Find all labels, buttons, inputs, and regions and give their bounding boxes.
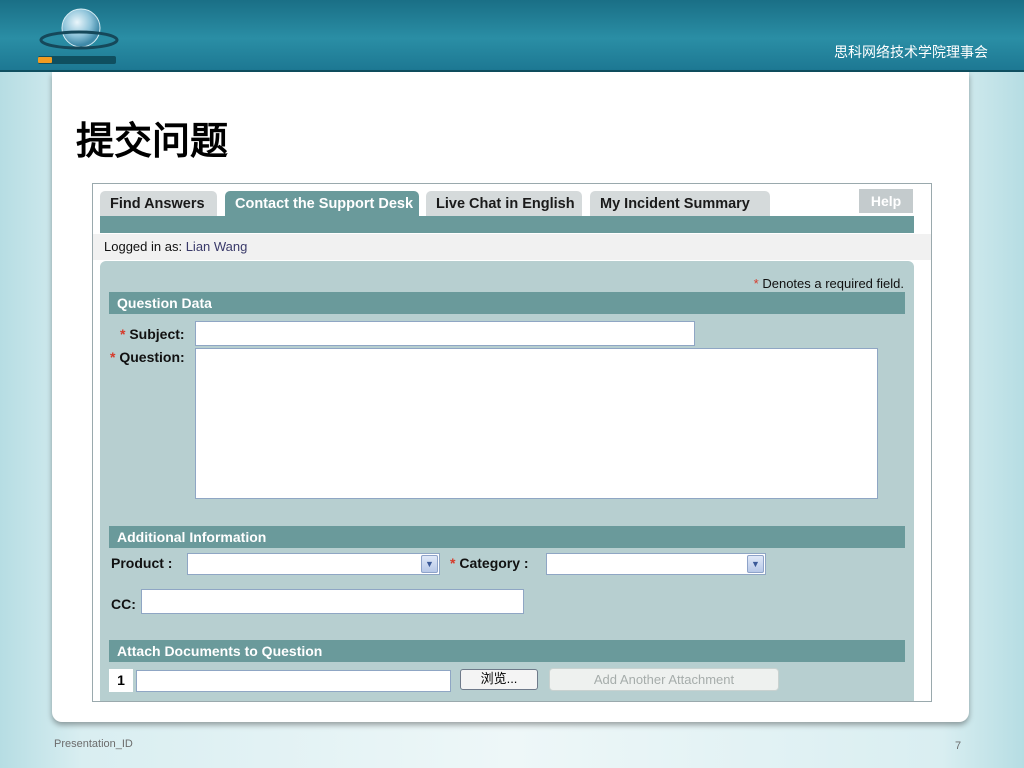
question-textarea[interactable] (195, 348, 878, 499)
section-header-question-data: Question Data (109, 292, 905, 314)
page-number: 7 (955, 740, 962, 752)
section-header-attachments: Attach Documents to Question (109, 640, 905, 662)
category-label: * Category : (450, 555, 529, 571)
question-label: * Question: (110, 349, 185, 365)
tab-bar: Find Answers Contact the Support Desk Li… (93, 184, 931, 234)
chevron-down-icon[interactable]: ▼ (747, 555, 764, 573)
tab-contact-support-desk[interactable]: Contact the Support Desk (225, 191, 419, 216)
user-name: Lian Wang (185, 239, 248, 254)
add-attachment-button[interactable]: Add Another Attachment (549, 668, 779, 691)
tab-live-chat[interactable]: Live Chat in English (426, 191, 582, 216)
required-star: * (450, 555, 456, 571)
footer-presentation-id: Presentation_ID (54, 738, 133, 750)
slide-title: 提交问题 (76, 119, 229, 163)
tab-find-answers[interactable]: Find Answers (100, 191, 217, 216)
browse-button[interactable]: 浏览... (460, 669, 538, 690)
attachment-row-number: 1 (109, 669, 133, 692)
slide-header: 思科网络技术学院理事会 (0, 0, 1024, 72)
required-star: * (120, 326, 126, 342)
product-label: Product : (111, 555, 173, 571)
tab-underline (100, 216, 914, 233)
required-note-text: Denotes a required field. (762, 276, 904, 291)
globe-logo-icon (36, 6, 122, 66)
login-status: Logged in as: Lian Wang (93, 234, 931, 260)
section-header-additional-info: Additional Information (109, 526, 905, 548)
subject-label: * Subject: (120, 326, 185, 342)
subject-input[interactable] (195, 321, 695, 346)
required-note: * Denotes a required field. (754, 276, 904, 291)
tab-incident-summary[interactable]: My Incident Summary (590, 191, 770, 216)
required-star: * (110, 349, 116, 365)
organization-name: 思科网络技术学院理事会 (834, 45, 988, 61)
support-form-screenshot: Find Answers Contact the Support Desk Li… (92, 183, 932, 702)
required-star: * (753, 276, 759, 291)
category-select[interactable]: ▼ (546, 553, 766, 575)
product-select[interactable]: ▼ (187, 553, 440, 575)
attachment-file-input[interactable] (136, 670, 451, 692)
login-prefix: Logged in as: (104, 239, 183, 254)
cc-input[interactable] (141, 589, 524, 614)
cc-label: CC: (111, 596, 136, 612)
help-button[interactable]: Help (859, 189, 913, 213)
form-panel: * Denotes a required field. Question Dat… (100, 261, 914, 701)
chevron-down-icon[interactable]: ▼ (421, 555, 438, 573)
